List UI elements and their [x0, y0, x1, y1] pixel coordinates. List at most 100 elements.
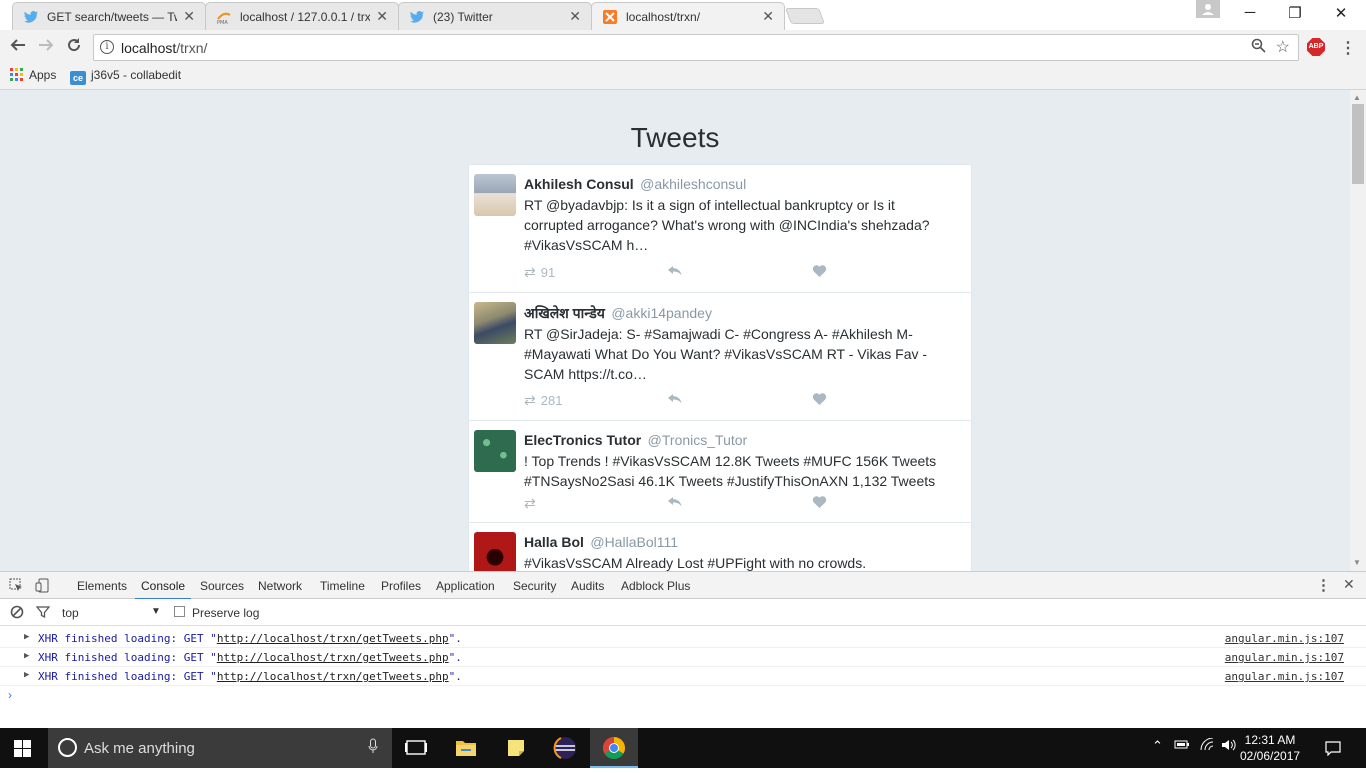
devtools-tab-application[interactable]: Application [436, 579, 495, 593]
retweet-button[interactable]: ⇄ 91 [524, 264, 555, 281]
chrome-taskbar-button[interactable] [590, 728, 638, 768]
devtools-tab-console[interactable]: Console [134, 579, 192, 600]
reply-button[interactable] [667, 264, 683, 281]
bookmark-star-icon[interactable]: ☆ [1276, 37, 1290, 57]
tab-close-icon[interactable]: ✕ [569, 8, 581, 25]
tweet-author-name[interactable]: Halla Bol [524, 534, 584, 550]
devtools-tab-audits[interactable]: Audits [571, 579, 604, 593]
windows-start-button[interactable] [14, 740, 31, 757]
like-button[interactable] [812, 495, 827, 512]
tweet-card[interactable]: Halla Bol @HallaBol111 #VikasVsSCAM Alre… [469, 523, 971, 571]
tab-phpmyadmin[interactable]: PMA localhost / 127.0.0.1 / trx ✕ [205, 2, 399, 30]
url-text[interactable]: localhost/trxn/ [121, 40, 207, 56]
avatar[interactable] [474, 532, 516, 571]
preserve-log-label[interactable]: Preserve log [192, 606, 259, 620]
console-message[interactable]: ▶ XHR finished loading: GET "http://loca… [0, 648, 1366, 667]
bookmark-apps[interactable]: Apps [10, 68, 56, 82]
context-selector[interactable]: top [62, 606, 79, 620]
action-center-icon[interactable] [1325, 740, 1341, 761]
reload-button[interactable] [62, 36, 86, 59]
page-scrollbar[interactable]: ▲ ▼ [1350, 90, 1366, 571]
tweet-author-handle[interactable]: @akki14pandey [611, 305, 712, 321]
tweet-author-name[interactable]: ElecTronics Tutor [524, 432, 641, 448]
bookmark-collabedit[interactable]: ce j36v5 - collabedit [70, 68, 181, 85]
devtools-tab-elements[interactable]: Elements [77, 579, 127, 593]
new-tab-button[interactable] [785, 8, 825, 24]
console-message[interactable]: ▶ XHR finished loading: GET "http://loca… [0, 629, 1366, 648]
reply-button[interactable] [667, 392, 683, 409]
tweet-author-name[interactable]: Akhilesh Consul [524, 176, 634, 192]
zoom-icon[interactable] [1251, 38, 1266, 57]
address-bar[interactable]: i localhost/trxn/ ☆ [93, 34, 1299, 61]
avatar[interactable] [474, 430, 516, 472]
scrollbar-thumb[interactable] [1352, 104, 1364, 184]
close-window-button[interactable]: ✕ [1318, 4, 1364, 22]
show-hidden-icons-chevron[interactable]: ⌃ [1152, 738, 1163, 754]
tweet-author-handle[interactable]: @Tronics_Tutor [648, 432, 748, 448]
devtools-tab-adblock-plus[interactable]: Adblock Plus [621, 579, 690, 593]
console-source-link[interactable]: angular.min.js:107 [1225, 632, 1344, 645]
file-explorer-button[interactable] [442, 728, 490, 768]
scroll-up-icon[interactable]: ▲ [1353, 93, 1361, 102]
devtools-tab-profiles[interactable]: Profiles [381, 579, 421, 593]
profile-button[interactable] [1196, 0, 1220, 18]
preserve-log-checkbox[interactable] [174, 606, 185, 617]
devtools-tab-timeline[interactable]: Timeline [320, 579, 365, 593]
eclipse-button[interactable] [541, 728, 589, 768]
wifi-icon[interactable] [1199, 737, 1215, 755]
device-toolbar-icon[interactable] [35, 578, 50, 596]
tab-get-search-tweets[interactable]: GET search/tweets — Tw ✕ [12, 2, 206, 30]
console-url-link[interactable]: http://localhost/trxn/getTweets.php [217, 632, 449, 645]
volume-icon[interactable] [1221, 738, 1237, 755]
clear-console-icon[interactable] [10, 605, 24, 622]
console-prompt[interactable]: › [8, 688, 12, 702]
devtools-close-icon[interactable]: ✕ [1343, 576, 1355, 593]
battery-icon[interactable] [1174, 738, 1190, 753]
devtools-tab-network[interactable]: Network [258, 579, 302, 593]
devtools-tab-sources[interactable]: Sources [200, 579, 244, 593]
tweet-card[interactable]: ElecTronics Tutor @Tronics_Tutor ! Top T… [469, 421, 971, 523]
avatar[interactable] [474, 302, 516, 344]
inspect-element-icon[interactable] [9, 578, 24, 596]
reply-button[interactable] [667, 495, 683, 512]
devtools-menu-icon[interactable]: ⋮ [1316, 576, 1331, 594]
adblock-plus-icon[interactable]: ABP [1307, 38, 1325, 56]
console-source-link[interactable]: angular.min.js:107 [1225, 651, 1344, 664]
devtools-tab-security[interactable]: Security [513, 579, 556, 593]
filter-icon[interactable] [35, 605, 51, 622]
tweet-author-name[interactable]: अखिलेश पान्डेय [524, 305, 605, 321]
tab-close-icon[interactable]: ✕ [183, 8, 195, 25]
console-url-link[interactable]: http://localhost/trxn/getTweets.php [217, 670, 449, 683]
tweet-card[interactable]: Akhilesh Consul @akhileshconsul RT @byad… [469, 165, 971, 293]
console-source-link[interactable]: angular.min.js:107 [1225, 670, 1344, 683]
expand-triangle-icon[interactable]: ▶ [24, 670, 29, 680]
expand-triangle-icon[interactable]: ▶ [24, 651, 29, 661]
scroll-down-icon[interactable]: ▼ [1353, 558, 1361, 567]
forward-button[interactable] [34, 36, 58, 59]
tab-close-icon[interactable]: ✕ [376, 8, 388, 25]
tab-localhost-trxn[interactable]: localhost/trxn/ ✕ [591, 2, 785, 30]
system-clock[interactable]: 12:31 AM 02/06/2017 [1240, 732, 1300, 764]
chevron-down-icon[interactable]: ▼ [151, 606, 161, 617]
restore-button[interactable]: ❐ [1272, 4, 1318, 22]
task-view-button[interactable] [392, 728, 440, 768]
tab-twitter[interactable]: (23) Twitter ✕ [398, 2, 592, 30]
tab-close-icon[interactable]: ✕ [762, 8, 774, 25]
tweet-author-handle[interactable]: @akhileshconsul [640, 176, 746, 192]
minimize-button[interactable]: ─ [1227, 4, 1273, 21]
like-button[interactable] [812, 392, 827, 409]
retweet-button[interactable]: ⇄ [524, 495, 541, 512]
tweet-card[interactable]: अखिलेश पान्डेय @akki14pandey RT @SirJade… [469, 293, 971, 421]
back-button[interactable] [6, 36, 30, 59]
avatar[interactable] [474, 174, 516, 216]
info-icon[interactable]: i [100, 40, 114, 54]
microphone-icon[interactable] [368, 738, 378, 757]
expand-triangle-icon[interactable]: ▶ [24, 632, 29, 642]
retweet-button[interactable]: ⇄ 281 [524, 392, 562, 409]
chrome-menu-icon[interactable]: ⋮ [1340, 38, 1356, 58]
tweet-author-handle[interactable]: @HallaBol111 [590, 534, 678, 550]
console-url-link[interactable]: http://localhost/trxn/getTweets.php [217, 651, 449, 664]
like-button[interactable] [812, 264, 827, 281]
cortana-search-box[interactable]: Ask me anything [48, 728, 392, 768]
console-message[interactable]: ▶ XHR finished loading: GET "http://loca… [0, 667, 1366, 686]
